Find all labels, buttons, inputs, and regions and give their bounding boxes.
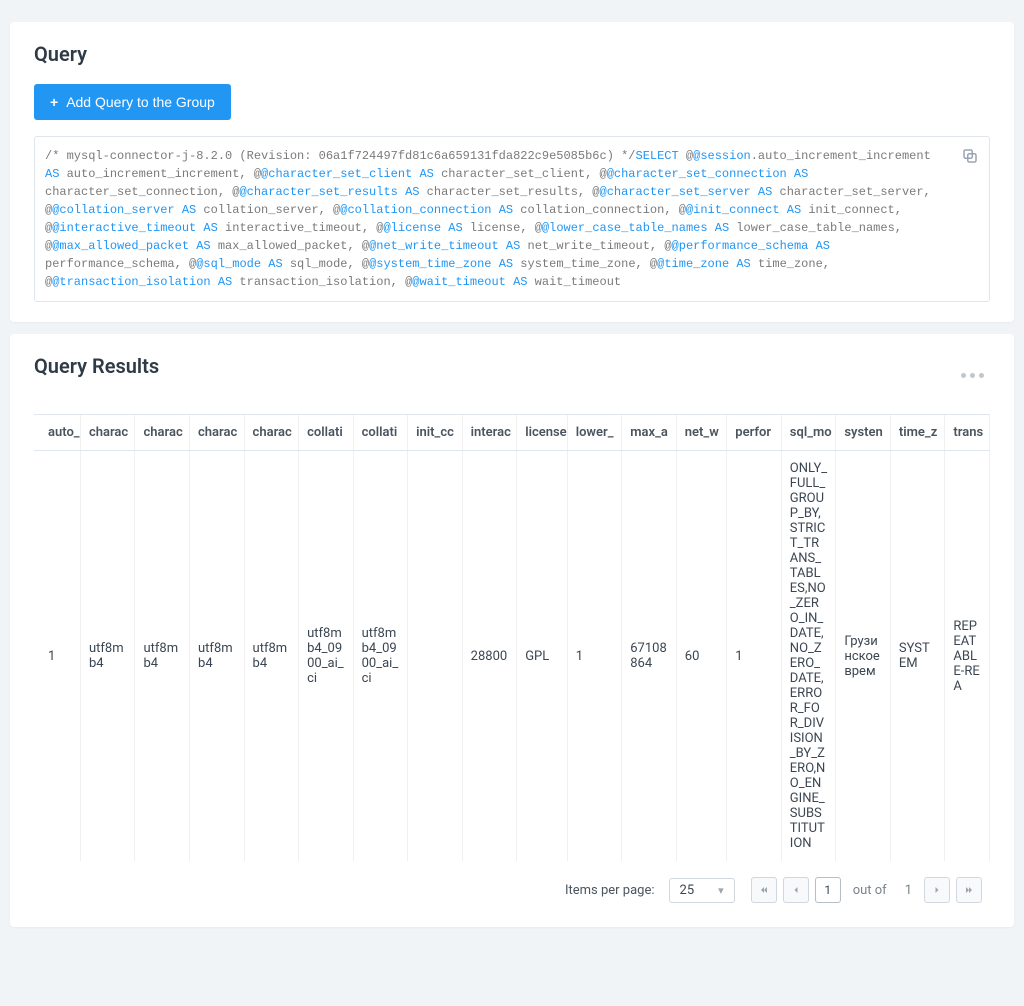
items-per-page-select[interactable]: 25 ▾ (669, 878, 735, 903)
table-cell: 1 (567, 451, 622, 862)
chevron-down-icon: ▾ (718, 884, 724, 897)
table-cell: utf8mb4_0900_ai_ci (353, 451, 408, 862)
items-per-page-value: 25 (680, 883, 695, 898)
column-header[interactable]: systen (836, 415, 891, 451)
add-query-button[interactable]: + Add Query to the Group (34, 84, 231, 120)
query-sql-box[interactable]: /* mysql-connector-j-8.2.0 (Revision: 06… (34, 136, 990, 302)
table-cell: 67108864 (622, 451, 677, 862)
table-row: 1utf8mb4utf8mb4utf8mb4utf8mb4utf8mb4_090… (34, 451, 990, 862)
column-header[interactable]: charac (80, 415, 135, 451)
column-header[interactable]: charac (190, 415, 245, 451)
pager: Items per page: 25 ▾ 1 out of 1 (34, 861, 990, 907)
table-cell: Грузинское врем (836, 451, 891, 862)
column-header[interactable]: max_a (622, 415, 677, 451)
column-header[interactable]: time_z (890, 415, 945, 451)
out-of-label: out of (853, 883, 887, 898)
column-header[interactable]: charac (135, 415, 190, 451)
column-header[interactable]: net_w (676, 415, 727, 451)
column-header[interactable]: interac (462, 415, 517, 451)
table-cell: 28800 (462, 451, 517, 862)
results-card: Query Results auto_characcharaccharaccha… (10, 334, 1014, 927)
table-cell: 1 (727, 451, 782, 862)
query-card: Query + Add Query to the Group /* mysql-… (10, 22, 1014, 322)
column-header[interactable]: sql_mo (781, 415, 836, 451)
table-cell: utf8mb4 (244, 451, 299, 862)
table-cell: utf8mb4 (190, 451, 245, 862)
results-title: Query Results (34, 354, 159, 378)
column-header[interactable]: charac (244, 415, 299, 451)
results-table-wrap: auto_characcharaccharaccharaccollaticoll… (34, 414, 990, 861)
column-header[interactable]: perfor (727, 415, 782, 451)
total-pages: 1 (905, 883, 912, 898)
table-cell (408, 451, 463, 862)
table-cell: utf8mb4_0900_ai_ci (299, 451, 354, 862)
more-options-icon[interactable] (955, 367, 990, 384)
column-header[interactable]: lower_ (567, 415, 622, 451)
results-table: auto_characcharaccharaccharaccollaticoll… (34, 415, 990, 861)
column-header[interactable]: collati (353, 415, 408, 451)
column-header[interactable]: license (517, 415, 568, 451)
table-cell: 60 (676, 451, 727, 862)
table-cell: REPEATABLE-REA (945, 451, 990, 862)
add-query-button-label: Add Query to the Group (66, 94, 215, 110)
table-cell: ONLY_FULL_GROUP_BY,STRICT_TRANS_TABLES,N… (781, 451, 836, 862)
query-title: Query (34, 42, 990, 66)
table-cell: 1 (34, 451, 80, 862)
plus-icon: + (50, 94, 58, 110)
page-current[interactable]: 1 (815, 877, 841, 903)
table-cell: SYSTEM (890, 451, 945, 862)
column-header[interactable]: init_cc (408, 415, 463, 451)
page-last-button[interactable] (956, 877, 982, 903)
table-cell: GPL (517, 451, 568, 862)
column-header[interactable]: collati (299, 415, 354, 451)
column-header[interactable]: auto_ (34, 415, 80, 451)
page-first-button[interactable] (751, 877, 777, 903)
table-cell: utf8mb4 (80, 451, 135, 862)
table-cell: utf8mb4 (135, 451, 190, 862)
column-header[interactable]: trans (945, 415, 990, 451)
page-prev-button[interactable] (783, 877, 809, 903)
page-next-button[interactable] (924, 877, 950, 903)
copy-icon[interactable] (961, 147, 979, 165)
items-per-page-label: Items per page: (565, 883, 655, 898)
